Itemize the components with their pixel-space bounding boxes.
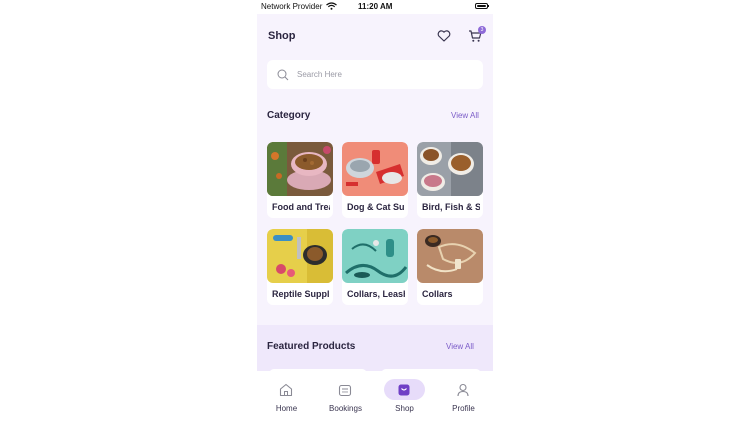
nav-label: Home <box>275 404 298 413</box>
status-bar: Network Provider 11:20 AM <box>257 0 493 14</box>
category-label: Bird, Fish & Small Pets <box>422 202 480 212</box>
category-label: Collars, Leashes <box>347 289 405 299</box>
featured-view-all-link[interactable]: View All <box>446 342 474 351</box>
profile-icon <box>457 383 469 397</box>
pet-bowls-image <box>342 142 408 196</box>
status-time: 11:20 AM <box>358 2 393 11</box>
category-card-collars[interactable]: Collars <box>417 229 483 305</box>
phone-screen: Network Provider 11:20 AM Shop 3 Categor… <box>257 0 493 422</box>
cart-count-badge: 3 <box>478 26 486 34</box>
category-title: Category <box>267 110 311 121</box>
shop-bag-icon <box>398 384 410 396</box>
category-view-all-link[interactable]: View All <box>451 111 479 120</box>
nav-item-profile[interactable]: Profile <box>434 371 493 422</box>
category-card-bird-fish[interactable]: Bird, Fish & Small Pets <box>417 142 483 218</box>
heart-icon[interactable] <box>437 29 451 43</box>
category-label: Reptile Supplies <box>272 289 330 299</box>
nav-item-home[interactable]: Home <box>257 371 316 422</box>
category-card-dog-cat-supplies[interactable]: Dog & Cat Supplies <box>342 142 408 218</box>
category-card-reptile-supplies[interactable]: Reptile Supplies <box>267 229 333 305</box>
nav-label: Bookings <box>329 404 362 413</box>
nav-label: Shop <box>395 404 414 413</box>
search-bar[interactable] <box>267 60 483 89</box>
nav-item-bookings[interactable]: Bookings <box>316 371 375 422</box>
calendar-icon <box>338 384 352 397</box>
food-bowl-image <box>267 142 333 196</box>
category-label: Food and Treats <box>272 202 330 212</box>
battery-tip <box>488 5 489 7</box>
pet-toys-image <box>267 229 333 283</box>
leashes-image <box>342 229 408 283</box>
bottom-nav: Home Bookings Shop Profile <box>257 371 493 422</box>
carrier-name: Network Provider <box>261 2 323 11</box>
battery-icon <box>475 3 488 9</box>
category-card-food-and-treats[interactable]: Food and Treats <box>267 142 333 218</box>
nav-item-shop[interactable]: Shop <box>375 371 434 422</box>
collars-image <box>417 229 483 283</box>
search-icon <box>277 69 289 81</box>
category-label: Collars <box>422 289 453 299</box>
featured-products-title: Featured Products <box>267 341 356 352</box>
category-card-collars-leashes[interactable]: Collars, Leashes <box>342 229 408 305</box>
food-bowls-image <box>417 142 483 196</box>
wifi-icon <box>326 2 337 10</box>
home-icon <box>279 383 293 397</box>
search-input[interactable] <box>297 67 473 82</box>
nav-label: Profile <box>452 404 475 413</box>
category-label: Dog & Cat Supplies <box>347 202 405 212</box>
page-title: Shop <box>268 30 296 42</box>
